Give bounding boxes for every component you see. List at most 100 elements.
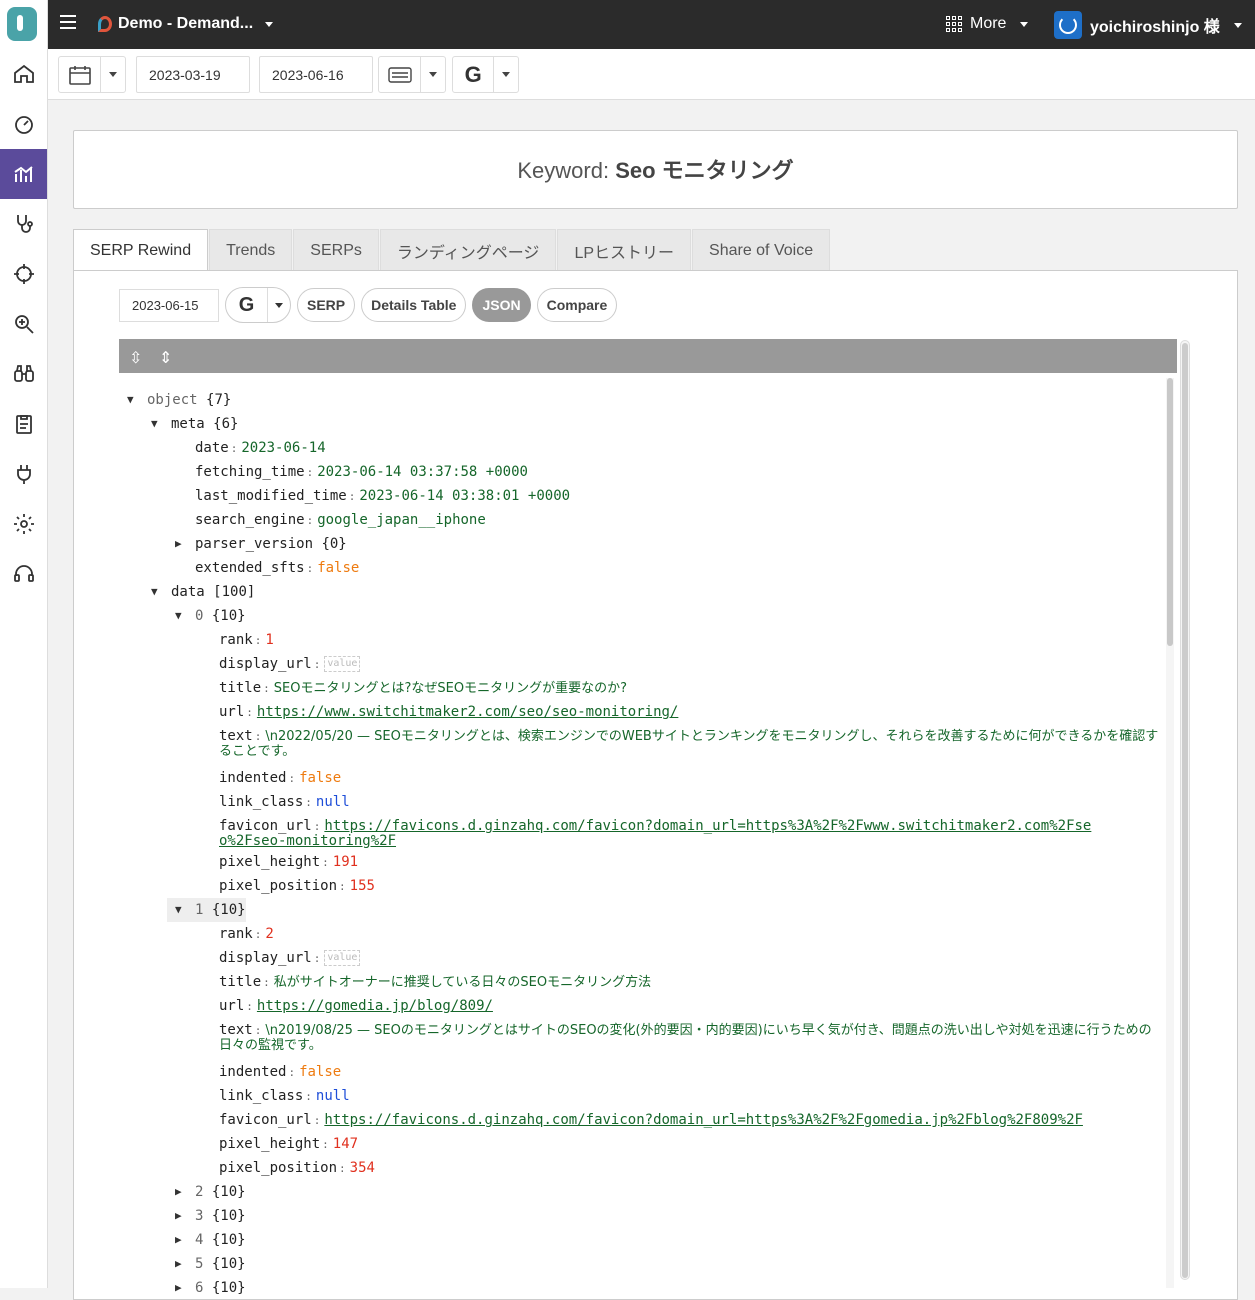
json-view-button[interactable]: JSON [472, 288, 531, 322]
tab-landing-page[interactable]: ランディングページ [379, 229, 557, 271]
collapse-all-icon[interactable]: ⇕ [159, 348, 172, 368]
json-value[interactable]: 354 [350, 1160, 375, 1176]
more-menu[interactable]: More [946, 15, 1029, 33]
json-value[interactable]: 2023-06-14 03:38:01 +0000 [359, 488, 570, 504]
json-node-item-0[interactable]: ▼ 0 {10} [175, 604, 246, 628]
power-icon [1054, 11, 1082, 39]
json-link-value[interactable]: https://gomedia.jp/blog/809/ [257, 998, 493, 1014]
crosshair-icon[interactable] [0, 249, 47, 299]
json-value[interactable]: 191 [333, 854, 358, 870]
expanded-arrow-icon: ▼ [175, 609, 182, 622]
compare-button[interactable]: Compare [536, 288, 618, 322]
tab-serps[interactable]: SERPs [293, 229, 379, 271]
json-link-value[interactable]: https://favicons.d.ginzahq.com/favicon?d… [324, 1112, 1083, 1128]
project-selector[interactable]: Demo - Demand... [98, 15, 274, 33]
json-key: last_modified_time [195, 488, 347, 504]
json-link-value[interactable]: https://www.switchitmaker2.com/seo/seo-m… [257, 704, 678, 720]
json-link-value[interactable]: https://favicons.d.ginzahq.com/favicon?d… [219, 818, 1091, 849]
json-value[interactable]: false [299, 1064, 341, 1080]
json-value[interactable]: null [316, 794, 350, 810]
tab-trends[interactable]: Trends [209, 229, 293, 271]
json-value[interactable]: null [316, 1088, 350, 1104]
zoom-search-icon[interactable] [0, 299, 47, 349]
json-node-collapsed[interactable]: ▶ 6 {10} [175, 1276, 246, 1300]
json-index: 5 [195, 1256, 204, 1272]
date-range-picker-button[interactable] [58, 56, 126, 93]
snapshot-date-input[interactable]: 2023-06-15 [119, 288, 219, 322]
json-value[interactable]: 2023-06-14 [241, 440, 325, 456]
keyword-value: Seo モニタリング [615, 158, 794, 183]
app-logo-icon[interactable] [7, 7, 37, 41]
binoculars-icon[interactable] [0, 349, 47, 399]
json-key: meta [171, 416, 205, 432]
view-toolbar: 2023-06-15 G SERP Details Table JSON Com… [119, 287, 618, 323]
end-date-input[interactable]: 2023-06-16 [259, 56, 373, 93]
json-node-parser-version[interactable]: ▶ parser_version {0} [175, 532, 347, 556]
settings-gear-icon[interactable] [0, 499, 47, 549]
support-headset-icon[interactable] [0, 549, 47, 599]
stethoscope-icon[interactable] [0, 199, 47, 249]
json-node-collapsed[interactable]: ▶ 5 {10} [175, 1252, 246, 1276]
chevron-down-icon [268, 302, 290, 308]
tab-lp-history[interactable]: LPヒストリー [557, 229, 692, 271]
collapsed-arrow-icon: ▶ [175, 1257, 182, 1270]
empty-value-placeholder[interactable]: value [324, 656, 361, 672]
json-count: {10} [211, 1232, 246, 1248]
json-node-data[interactable]: ▼ data [100] [151, 580, 255, 604]
menu-icon[interactable] [60, 15, 76, 33]
json-scrollbar[interactable] [1166, 378, 1174, 1288]
json-value[interactable]: false [317, 560, 359, 576]
chevron-down-icon [1020, 21, 1029, 27]
search-engine-selector[interactable]: G [225, 287, 291, 323]
home-icon[interactable] [0, 49, 47, 99]
expand-all-icon[interactable]: ⇳ [129, 348, 142, 368]
json-field: display_url: value [219, 946, 361, 970]
plug-icon[interactable] [0, 449, 47, 499]
json-node-collapsed[interactable]: ▶ 2 {10} [175, 1180, 246, 1204]
json-node-root[interactable]: ▼ object {7} [127, 388, 231, 412]
json-node-meta[interactable]: ▼ meta {6} [151, 412, 238, 436]
serp-view-button[interactable]: SERP [297, 288, 356, 322]
json-field: pixel_position:155 [219, 878, 375, 894]
clipboard-icon[interactable] [0, 399, 47, 449]
json-node-collapsed[interactable]: ▶ 3 {10} [175, 1204, 246, 1228]
json-field: display_url: value [219, 652, 361, 676]
json-value[interactable]: false [299, 770, 341, 786]
chevron-down-icon [101, 57, 125, 92]
json-node-item-1[interactable]: ▼ 1 {10} [167, 898, 246, 922]
json-index: 0 [195, 608, 204, 624]
json-value[interactable]: 147 [333, 1136, 358, 1152]
json-field: favicon_url: https://favicons.d.ginzahq.c… [219, 1112, 1083, 1128]
tab-serp-rewind[interactable]: SERP Rewind [73, 229, 209, 271]
json-value[interactable]: google_japan__iphone [317, 512, 486, 528]
json-value[interactable]: SEOモニタリングとは?なぜSEOモニタリングが重要なのか? [274, 681, 627, 696]
json-key: indented [219, 770, 287, 786]
json-key: rank [219, 926, 253, 942]
json-field: date:2023-06-14 [195, 440, 326, 456]
analytics-chart-icon[interactable] [0, 149, 47, 199]
search-engine-picker-button[interactable]: G [452, 56, 519, 93]
start-date-input[interactable]: 2023-03-19 [136, 56, 250, 93]
json-key: search_engine [195, 512, 305, 528]
user-menu[interactable]: yoichiroshinjo 様 [1054, 11, 1242, 39]
json-value[interactable]: 私がサイトオーナーに推奨している日々のSEOモニタリング方法 [274, 975, 651, 990]
details-table-button[interactable]: Details Table [361, 288, 467, 322]
json-value[interactable]: 155 [350, 878, 375, 894]
json-value[interactable]: 2023-06-14 03:37:58 +0000 [317, 464, 528, 480]
collapsed-arrow-icon: ▶ [175, 1281, 182, 1294]
json-key: url [219, 704, 245, 720]
json-field: favicon_url: https://favicons.d.ginzahq.c… [219, 818, 1092, 849]
json-node-collapsed[interactable]: ▶ 4 {10} [175, 1228, 246, 1252]
dashboard-gauge-icon[interactable] [0, 99, 47, 149]
chevron-down-icon [494, 57, 518, 92]
json-value[interactable]: \n2022/05/20 — SEOモニタリングとは、検索エンジンでのWEBサイ… [219, 729, 1158, 759]
panel-scrollbar[interactable] [1180, 340, 1190, 1280]
json-value[interactable]: 2 [265, 926, 273, 942]
device-picker-button[interactable] [378, 56, 446, 93]
tab-share-of-voice[interactable]: Share of Voice [692, 229, 831, 271]
json-value[interactable]: 1 [265, 632, 273, 648]
more-label: More [970, 15, 1007, 32]
chevron-down-icon [265, 21, 274, 27]
json-value[interactable]: \n2019/08/25 — SEOのモニタリングとはサイトのSEOの変化(外的… [219, 1023, 1152, 1053]
empty-value-placeholder[interactable]: value [324, 950, 361, 966]
